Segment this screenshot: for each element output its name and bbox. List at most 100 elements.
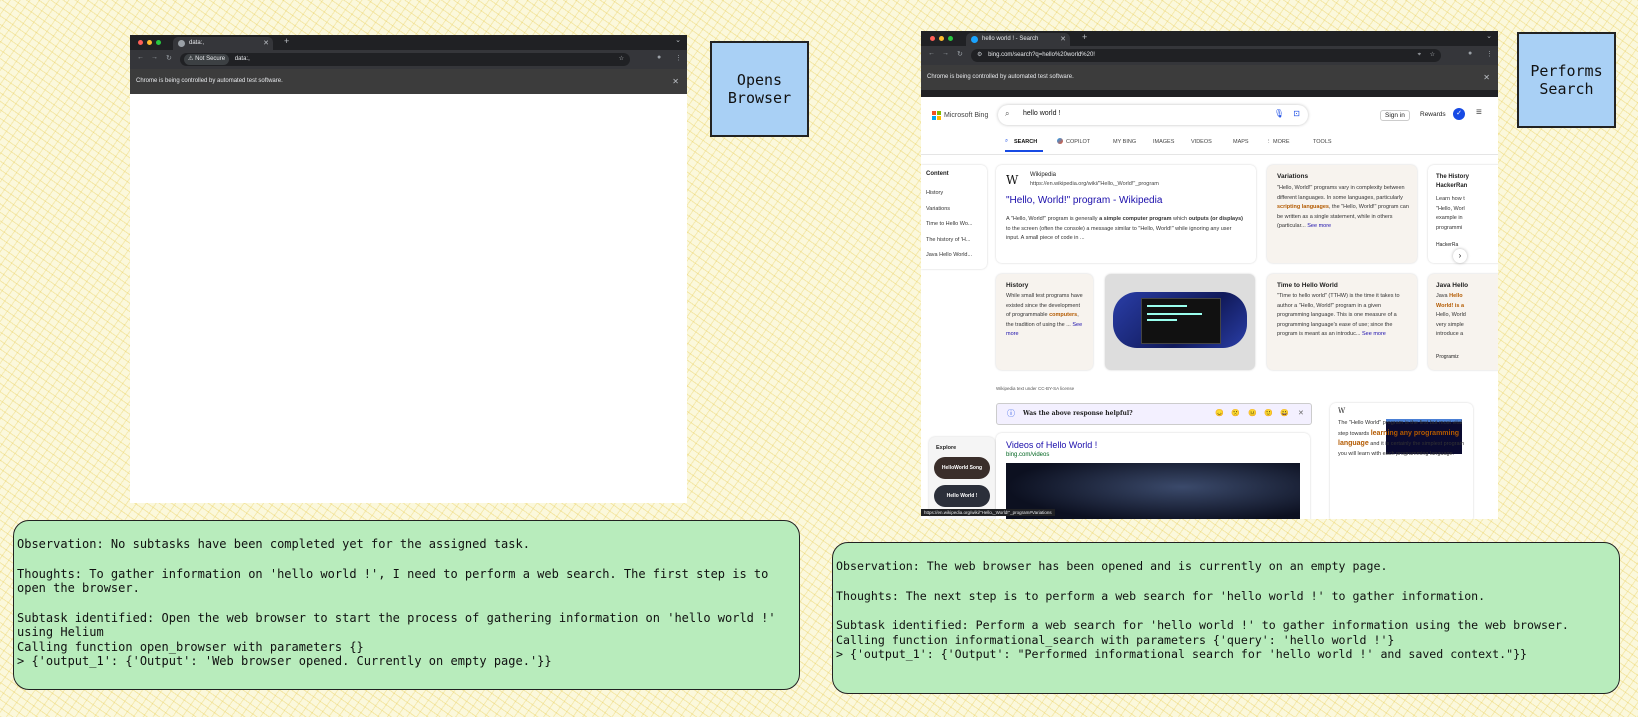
browser-tab[interactable]: hello world ! - Search ✕ <box>966 33 1070 46</box>
bing-logo[interactable]: Microsoft Bing <box>932 111 988 120</box>
very-happy-icon[interactable]: 😀 <box>1280 409 1289 417</box>
tab-more[interactable]: ⋮ MORE <box>1266 139 1290 145</box>
sign-in-button[interactable]: Sign in <box>1380 110 1410 121</box>
tab-bar: hello world ! - Search ✕ + ⌄ <box>921 31 1498 46</box>
handheld-console-image[interactable] <box>1105 274 1255 370</box>
close-window-dot[interactable] <box>138 40 143 45</box>
menu-icon[interactable]: ⋮ <box>1486 50 1493 58</box>
minimize-window-dot[interactable] <box>939 36 944 41</box>
tab-my-bing[interactable]: MY BING <box>1113 139 1136 145</box>
microphone-icon[interactable]: 🎙 <box>1274 109 1284 118</box>
rewards-link[interactable]: Rewards <box>1420 111 1446 118</box>
nav-divider <box>921 154 1498 155</box>
java-hello-card: Java Hello Java Hello World! is a Hello,… <box>1428 274 1498 370</box>
wiki-url[interactable]: https://en.wikipedia.org/wiki/"Hello,_Wo… <box>1030 181 1159 187</box>
explore-panel: Explore HelloWorld Song Hello World ! <box>929 437 995 519</box>
see-more-link[interactable]: See more <box>1307 223 1331 229</box>
videos-title[interactable]: Videos of Hello World ! <box>1006 440 1097 450</box>
profile-icon[interactable]: ● <box>657 54 661 61</box>
address-bar[interactable]: ⚠ Not Secure data:, ☆ <box>180 53 630 66</box>
tab-search[interactable]: SEARCH <box>1014 139 1037 145</box>
explore-title: Explore <box>936 445 957 451</box>
content-item-variations[interactable]: Variations <box>926 205 950 215</box>
close-infobar-icon[interactable]: ✕ <box>672 69 679 94</box>
maximize-window-dot[interactable] <box>156 40 161 45</box>
hackerrank-title: The History HackerRan <box>1436 174 1470 189</box>
reload-icon[interactable]: ↻ <box>166 54 172 62</box>
wiki-source: Wikipedia <box>1030 172 1057 178</box>
content-item-time-to-hello-world[interactable]: Time to Hello Wo... <box>926 220 972 230</box>
content-item-java-hello-world[interactable]: Java Hello World... <box>926 251 972 261</box>
search-query[interactable]: hello world ! <box>1023 110 1060 117</box>
unhappy-icon[interactable]: 🙁 <box>1231 409 1240 417</box>
search-box[interactable]: ⌕ hello world ! 🎙 ⊡ <box>998 105 1308 125</box>
bookmark-star-icon[interactable]: ☆ <box>1430 49 1435 62</box>
browser-tab[interactable]: data:, ✕ <box>173 37 273 50</box>
right-log-panel: Observation: The web browser has been op… <box>832 542 1620 694</box>
minimize-window-dot[interactable] <box>147 40 152 45</box>
back-icon[interactable]: ← <box>137 54 144 61</box>
location-icon[interactable]: ⌖ <box>1418 49 1421 62</box>
left-log-panel: Observation: No subtasks have been compl… <box>13 520 800 690</box>
tab-search-icon[interactable]: ⌄ <box>675 36 681 44</box>
forward-icon[interactable]: → <box>151 54 158 61</box>
content-item-history-of-hello[interactable]: The history of 'H... <box>926 236 970 246</box>
tab-search-icon[interactable]: ⌄ <box>1486 32 1492 40</box>
visual-search-icon[interactable]: ⊡ <box>1293 109 1300 118</box>
toolbar: ← → ↻ ⚠ Not Secure data:, ☆ ● ⋮ <box>130 50 687 69</box>
new-tab-button[interactable]: + <box>1082 32 1087 42</box>
tab-images[interactable]: IMAGES <box>1153 139 1174 145</box>
info-icon: ⓘ <box>1007 409 1015 418</box>
wiki-snippet: A "Hello, World!" program is generally a… <box>1006 216 1244 241</box>
output-text: > {'output_1': {'Output': "Performed inf… <box>836 647 1528 661</box>
label-opens-browser: Opens Browser <box>710 41 809 137</box>
close-tab-icon[interactable]: ✕ <box>1060 33 1066 46</box>
thoughts-text: Thoughts: To gather information on 'hell… <box>17 566 776 596</box>
wikipedia-icon: W <box>1338 407 1346 415</box>
site-info-icon[interactable]: ⚙ <box>977 52 982 58</box>
tab-copilot[interactable]: COPILOT <box>1066 139 1090 145</box>
close-tab-icon[interactable]: ✕ <box>263 37 269 50</box>
reload-icon[interactable]: ↻ <box>957 50 963 58</box>
new-tab-button[interactable]: + <box>284 36 289 46</box>
not-secure-badge[interactable]: ⚠ Not Secure <box>184 54 230 65</box>
tab-videos[interactable]: VIDEOS <box>1191 139 1212 145</box>
content-item-history[interactable]: History <box>926 189 943 199</box>
java-title: Java Hello <box>1436 282 1469 289</box>
see-more-link[interactable]: See more <box>1362 331 1386 337</box>
automation-infobar: Chrome is being controlled by automated … <box>130 69 687 94</box>
left-browser-window: data:, ✕ + ⌄ ← → ↻ ⚠ Not Secure data:, ☆… <box>130 35 687 503</box>
tab-tools[interactable]: TOOLS <box>1313 139 1332 145</box>
tab-maps[interactable]: MAPS <box>1233 139 1249 145</box>
carousel-next-icon[interactable]: › <box>1453 249 1467 263</box>
warning-icon: ⚠ <box>188 56 194 62</box>
address-bar[interactable]: ⚙ bing.com/search?q=hello%20world%20! ⌖ … <box>971 49 1441 62</box>
forward-icon[interactable]: → <box>942 50 949 57</box>
copilot-icon <box>1057 138 1063 144</box>
search-icon: ⌕ <box>1005 109 1010 118</box>
explore-item-song[interactable]: HelloWorld Song <box>934 457 990 479</box>
happy-icon[interactable]: 🙂 <box>1264 409 1273 417</box>
very-unhappy-icon[interactable]: 😞 <box>1215 409 1224 417</box>
bing-results-page: Microsoft Bing ⌕ hello world ! 🎙 ⊡ Sign … <box>921 97 1498 519</box>
explore-item-hello-world[interactable]: Hello World ! <box>934 485 990 507</box>
close-feedback-icon[interactable]: ✕ <box>1298 409 1304 417</box>
license-text[interactable]: Wikipedia text under CC-BY-SA license <box>996 386 1074 391</box>
function-call-text: Calling function open_browser with param… <box>17 639 364 654</box>
thoughts-text: Thoughts: The next step is to perform a … <box>836 588 1486 603</box>
content-title: Content <box>926 171 949 177</box>
output-text: > {'output_1': {'Output': 'Web browser o… <box>17 654 552 668</box>
menu-icon[interactable]: ⋮ <box>675 54 682 62</box>
hamburger-menu-icon[interactable]: ≡ <box>1476 107 1482 118</box>
microsoft-logo-icon <box>932 111 941 120</box>
neutral-icon[interactable]: 😐 <box>1248 409 1257 417</box>
search-nav: ⌕ SEARCH COPILOT MY BING IMAGES VIDEOS M… <box>921 135 1498 153</box>
wiki-result-title[interactable]: "Hello, World!" program - Wikipedia <box>1006 195 1162 206</box>
close-infobar-icon[interactable]: ✕ <box>1483 65 1490 90</box>
back-icon[interactable]: ← <box>928 50 935 57</box>
bookmark-star-icon[interactable]: ☆ <box>619 53 624 66</box>
profile-icon[interactable]: ● <box>1468 50 1472 57</box>
rewards-icon[interactable]: ✓ <box>1453 108 1465 120</box>
close-window-dot[interactable] <box>930 36 935 41</box>
maximize-window-dot[interactable] <box>948 36 953 41</box>
